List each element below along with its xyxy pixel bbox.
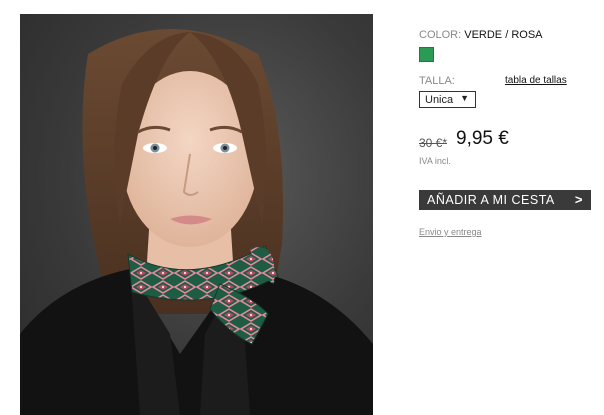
color-value: VERDE / ROSA [464,29,543,41]
tax-note: IVA incl. [419,156,451,166]
product-photo [20,14,373,415]
sale-price: 9,95 € [456,128,509,149]
dropdown-arrow-icon: ▼ [460,93,469,103]
size-chart-link[interactable]: tabla de tallas [505,75,567,86]
color-label: COLOR: [419,29,462,41]
shipping-info-link[interactable]: Envio y entrega [419,227,482,237]
product-page: COLOR: VERDE / ROSA TALLA: tabla de tall… [0,0,604,415]
size-select[interactable]: Unica ▼ [419,91,476,108]
color-swatch-green[interactable] [419,47,434,62]
old-price: 30 €* [419,136,448,150]
size-label: TALLA: [419,75,455,87]
add-to-cart-button[interactable]: AÑADIR A MI CESTA > [419,190,591,210]
model-wearing-scarf-illustration [20,29,373,415]
add-to-cart-label: AÑADIR A MI CESTA [427,193,555,207]
size-select-value: Unica [425,93,454,106]
chevron-right-icon: > [574,192,583,207]
color-row: COLOR: VERDE / ROSA [419,29,543,41]
